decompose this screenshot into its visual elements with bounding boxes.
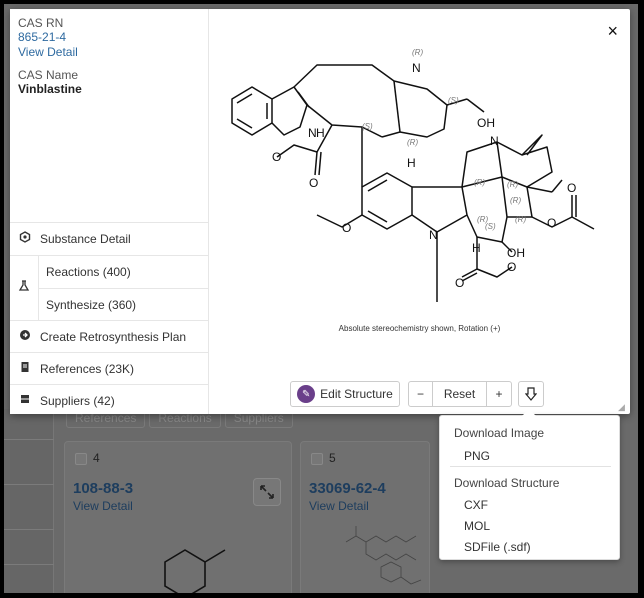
cas-name-value: Vinblastine <box>18 82 82 96</box>
structure-atom-label: N <box>412 61 421 75</box>
zoom-in-button[interactable]: + <box>487 382 511 406</box>
nav-reactions[interactable]: Reactions (400) <box>38 256 209 288</box>
structure-atom-label: OH <box>507 246 525 260</box>
nav-reactions-label: Reactions (400) <box>46 265 131 279</box>
structure-caption: Absolute stereochemistry shown, Rotation… <box>338 324 501 333</box>
structure-atom-label: OH <box>477 116 495 130</box>
modal-sidebar: CAS RN 865-21-4 View Detail CAS Name Vin… <box>10 9 209 414</box>
result-card: 5 33069-62-4 View Detail <box>300 441 430 593</box>
nav-retrosynthesis-label: Create Retrosynthesis Plan <box>40 329 187 344</box>
structure-atom-label: O <box>567 181 576 195</box>
nav-suppliers-label: Suppliers (42) <box>40 393 115 408</box>
card-cas-rn[interactable]: 33069-62-4 <box>309 480 386 497</box>
menu-divider <box>450 466 611 467</box>
card-number: 5 <box>329 451 336 465</box>
stereo-label: (R) <box>474 178 485 187</box>
shelf-icon <box>10 393 40 408</box>
download-icon <box>525 387 537 401</box>
pencil-icon: ✎ <box>297 385 316 403</box>
nav-references[interactable]: References (23K) <box>10 352 209 384</box>
zoom-controls: − Reset + <box>408 381 512 407</box>
card-structure-image <box>164 549 226 593</box>
retrosynthesis-icon <box>10 329 40 344</box>
view-detail-link[interactable]: View Detail <box>18 45 78 59</box>
structure-atom-label: O <box>272 150 281 164</box>
structure-atom-label: N <box>308 126 317 140</box>
nav-references-label: References (23K) <box>40 361 135 376</box>
download-image-header: Download Image <box>454 426 545 440</box>
cas-name-label: CAS Name <box>18 68 79 82</box>
download-sdf-option[interactable]: SDFile (.sdf) <box>464 540 531 554</box>
download-button[interactable] <box>518 381 544 407</box>
card-view-detail[interactable]: View Detail <box>309 499 369 513</box>
structure-atom-label: O <box>342 221 351 235</box>
stereo-label: (R) <box>515 215 526 224</box>
stereo-label: (R) <box>510 196 521 205</box>
stereo-label: (R) <box>407 138 418 147</box>
stereo-label: (S) <box>448 96 459 105</box>
reset-zoom-button[interactable]: Reset <box>433 382 487 406</box>
stereo-label: (S) <box>485 222 496 231</box>
card-structure-image <box>345 526 422 585</box>
nav-retrosynthesis[interactable]: Create Retrosynthesis Plan <box>10 320 209 352</box>
card-view-detail[interactable]: View Detail <box>73 499 133 513</box>
expand-icon[interactable] <box>253 478 281 506</box>
flask-icon <box>18 280 30 295</box>
result-card: 4 108-88-3 View Detail <box>64 441 292 593</box>
structure-atom-label: H <box>316 126 325 140</box>
edit-structure-button[interactable]: ✎ Edit Structure <box>290 381 400 407</box>
nav-reactions-group: Reactions (400) Synthesize (360) <box>10 255 209 320</box>
nav-synthesize-label: Synthesize (360) <box>46 297 137 312</box>
download-mol-option[interactable]: MOL <box>464 519 490 533</box>
document-icon <box>10 361 40 376</box>
screenshot-frame: References Reactions Suppliers 4 108-88-… <box>4 4 638 593</box>
nav-synthesize[interactable]: Synthesize (360) <box>38 288 209 320</box>
structure-modal: CAS RN 865-21-4 View Detail CAS Name Vin… <box>10 9 630 414</box>
stereo-label: (R) <box>412 48 423 57</box>
structure-atom-label: O <box>507 260 516 274</box>
structure-atom-label: H <box>472 241 481 255</box>
stereo-label: (S) <box>362 122 373 131</box>
background-left-panel <box>4 409 54 593</box>
zoom-out-button[interactable]: − <box>409 382 433 406</box>
chemical-structure-image: N H N H OH N H OH N O O O O O O O (R) (S… <box>231 48 595 302</box>
card-checkbox[interactable] <box>311 453 323 465</box>
structure-atom-label: O <box>455 276 464 290</box>
download-structure-header: Download Structure <box>454 476 560 490</box>
edit-structure-label: Edit Structure <box>320 387 393 401</box>
hexagon-icon <box>10 231 40 246</box>
card-cas-rn[interactable]: 108-88-3 <box>73 480 133 497</box>
card-checkbox[interactable] <box>75 453 87 465</box>
download-cxf-option[interactable]: CXF <box>464 498 488 512</box>
resize-handle-icon[interactable]: ◢ <box>618 402 628 412</box>
structure-atom-label: N <box>429 228 438 242</box>
download-png-option[interactable]: PNG <box>464 449 490 463</box>
cas-rn-label: CAS RN <box>18 16 64 30</box>
download-menu: Download Image PNG Download Structure CX… <box>439 409 620 560</box>
nav-substance-detail-label: Substance Detail <box>40 231 131 246</box>
nav-suppliers[interactable]: Suppliers (42) <box>10 384 209 416</box>
structure-atom-label: H <box>407 156 416 170</box>
structure-atom-label: O <box>547 216 556 230</box>
structure-atom-label: O <box>309 176 318 190</box>
structure-atom-label: N <box>490 134 499 148</box>
card-number: 4 <box>93 451 100 465</box>
stereo-label: (R) <box>507 180 518 189</box>
cas-rn-value[interactable]: 865-21-4 <box>18 30 66 44</box>
nav-substance-detail[interactable]: Substance Detail <box>10 222 209 254</box>
